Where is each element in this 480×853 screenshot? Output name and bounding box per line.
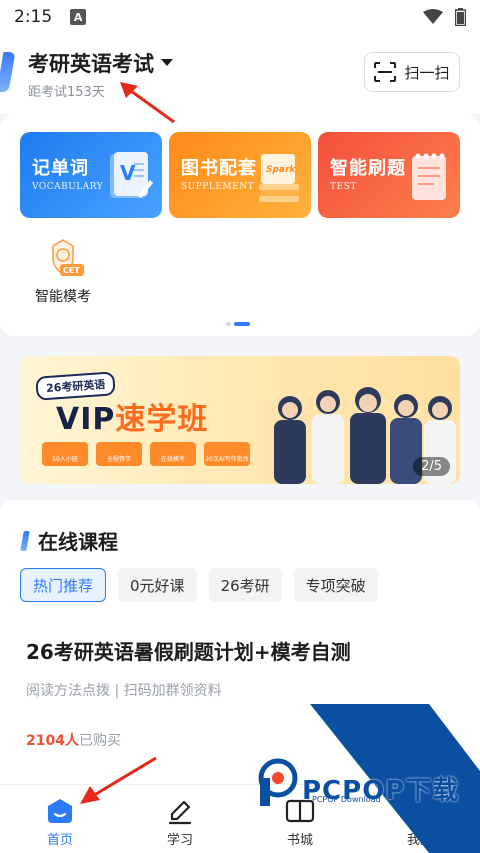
promo-banner[interactable]: 26考研英语 VIP速学班 50人小班 全程督学 在线模考 20次AI写作批改 … xyxy=(20,356,460,484)
notification-badge: A xyxy=(70,9,87,25)
battery-icon xyxy=(455,8,466,26)
pen-icon xyxy=(168,800,192,825)
feature-tile-books[interactable]: 图书配套 SUPPLEMENT Spark xyxy=(169,132,311,218)
feature-title: 智能刷题 xyxy=(330,158,406,179)
nav-home[interactable]: 首页 xyxy=(0,785,120,853)
header-accent-bar xyxy=(0,52,16,92)
section-title-text: 在线课程 xyxy=(38,530,118,554)
course-buyers: 2104人已购买 xyxy=(26,730,121,750)
tab-free-courses[interactable]: 0元好课 xyxy=(118,568,197,602)
notepad-icon xyxy=(412,153,446,200)
tab-special-topics[interactable]: 专项突破 xyxy=(293,568,378,602)
mock-exam-entry[interactable]: CET 智能模考 xyxy=(28,238,98,306)
feature-tile-smart-practice[interactable]: 智能刷题 TEST xyxy=(318,132,460,218)
home-icon xyxy=(48,799,72,823)
tab-hot-recommend[interactable]: 热门推荐 xyxy=(20,568,107,602)
status-time: 2:15 xyxy=(14,7,53,27)
mock-exam-label: 智能模考 xyxy=(35,289,91,305)
banner-chip: 50人小班 xyxy=(42,442,88,466)
pager-dot-active xyxy=(234,322,250,326)
buyers-suffix: 已购买 xyxy=(78,733,121,749)
watermark-sub: PCPOP Download xyxy=(312,795,381,804)
cet-badge-icon: CET xyxy=(52,239,84,276)
nav-label: 学习 xyxy=(166,833,193,848)
feature-card: 记单词 VOCABULARY V 图书配套 SUPPLEMENT Spark 智… xyxy=(0,114,480,336)
exam-selector[interactable]: 考研英语考试 xyxy=(28,48,174,78)
pager-dot xyxy=(226,322,231,326)
caret-down-icon xyxy=(161,59,173,66)
tab-26-kaoyan[interactable]: 26考研 xyxy=(208,568,282,602)
banner-title-highlight: 速学班 xyxy=(115,402,209,437)
nav-label: 首页 xyxy=(46,833,73,848)
course-title[interactable]: 26考研英语暑假刷题计划+模考自测 xyxy=(26,636,351,665)
nav-study[interactable]: 学习 xyxy=(120,785,240,853)
course-description: 阅读方法点拨 | 扫码加群领资料 xyxy=(26,683,222,699)
feature-subtitle: TEST xyxy=(330,182,357,192)
section-title-accent xyxy=(20,530,30,551)
feature-title: 图书配套 xyxy=(181,158,257,179)
scan-button[interactable]: 扫一扫 xyxy=(364,52,460,92)
banner-chip: 在线模考 xyxy=(150,442,196,466)
feature-pager xyxy=(226,322,250,326)
status-bar: 2:15 A xyxy=(0,0,480,34)
svg-text:V: V xyxy=(120,161,136,185)
banner-title: VIP速学班 xyxy=(56,394,208,438)
pcpop-logo-icon xyxy=(258,758,298,806)
scan-label: 扫一扫 xyxy=(404,63,450,82)
cet-badge-text: CET xyxy=(63,266,80,275)
buyers-count: 2104人 xyxy=(26,733,79,749)
exam-countdown: 距考试153天 xyxy=(28,85,105,100)
feature-subtitle: SUPPLEMENT xyxy=(181,182,255,192)
section-title: 在线课程 xyxy=(20,526,118,555)
banner-chip: 全程督学 xyxy=(96,442,142,466)
feature-title: 记单词 xyxy=(32,158,89,179)
scan-icon xyxy=(374,62,397,82)
banner-title-prefix: VIP xyxy=(56,402,116,437)
book-cover-text: Spark xyxy=(266,165,296,175)
book-stack-icon: Spark xyxy=(259,154,299,202)
banner-chip: 20次AI写作批改 xyxy=(204,442,250,466)
exam-title: 考研英语考试 xyxy=(28,52,154,76)
feature-tile-vocabulary[interactable]: 记单词 VOCABULARY V xyxy=(20,132,162,218)
notebook-v-icon: V xyxy=(110,152,153,198)
banner-counter: 2/5 xyxy=(413,457,450,476)
course-tabs: 热门推荐 0元好课 26考研 专项突破 xyxy=(20,568,378,602)
feature-subtitle: VOCABULARY xyxy=(32,182,104,192)
banner-chips: 50人小班 全程督学 在线模考 20次AI写作批改 xyxy=(42,442,250,466)
header: 考研英语考试 距考试153天 扫一扫 xyxy=(0,34,480,114)
wifi-icon xyxy=(423,9,443,24)
